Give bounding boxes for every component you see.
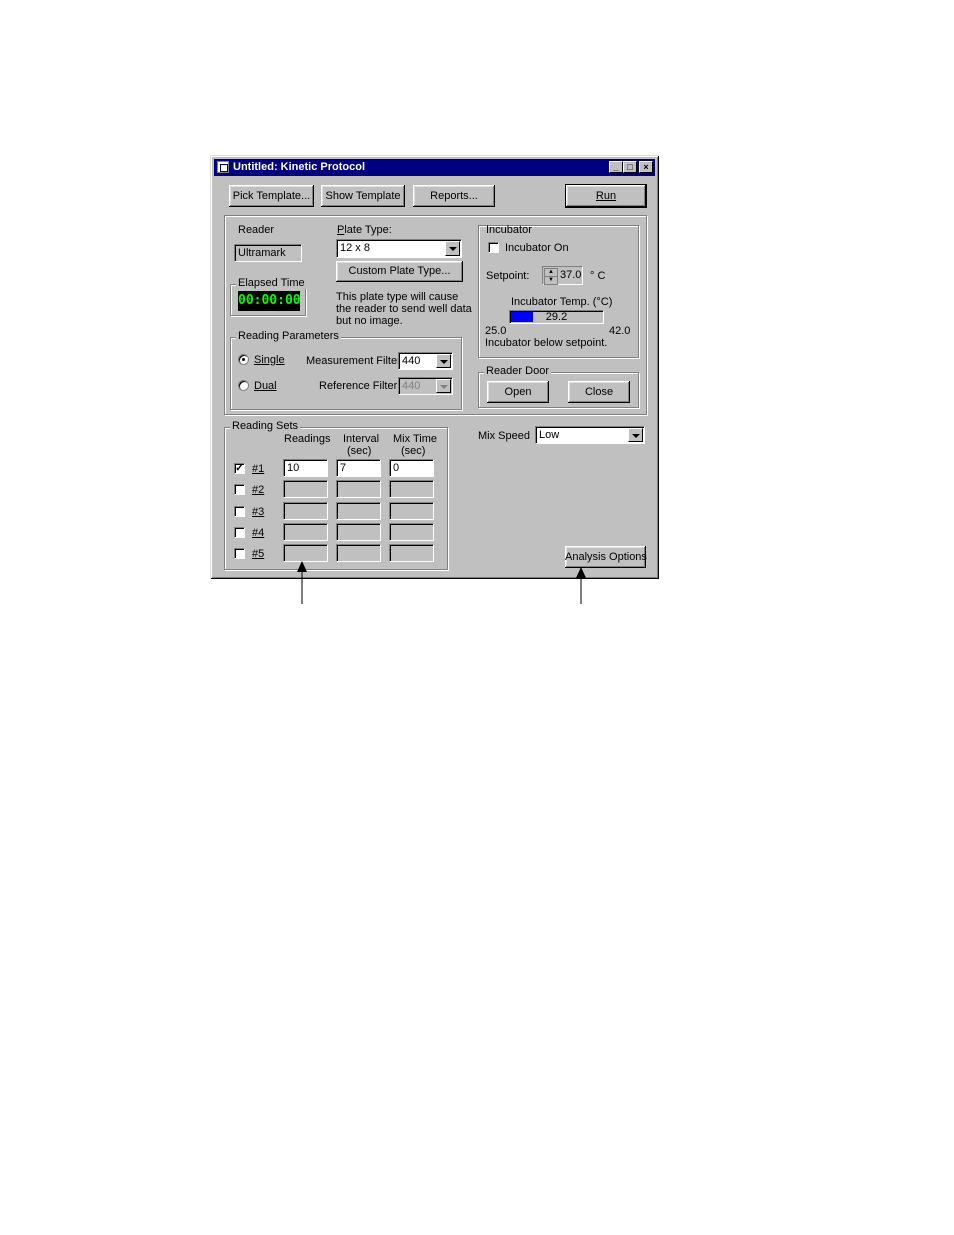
readings-callout-arrowhead — [297, 561, 307, 572]
analysis-callout-arrowhead — [576, 567, 586, 578]
callout-arrows — [297, 561, 586, 604]
